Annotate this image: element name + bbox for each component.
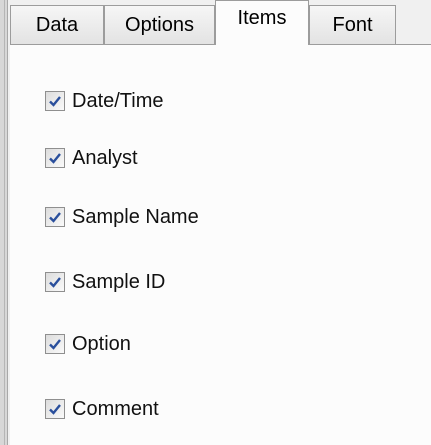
left-window-edge (0, 0, 8, 445)
item-label-sample-id: Sample ID (72, 270, 166, 293)
checkbox-item-option[interactable]: Option (45, 330, 131, 358)
item-label-comment: Comment (72, 397, 159, 420)
check-icon[interactable] (45, 148, 65, 168)
tab-font-label: Font (332, 13, 373, 36)
check-icon[interactable] (45, 207, 65, 227)
tab-data-label: Data (35, 13, 79, 36)
checkbox-item-analyst[interactable]: Analyst (45, 144, 138, 172)
tab-strip: Data Options Items Font (10, 0, 431, 45)
check-icon[interactable] (45, 334, 65, 354)
checkbox-item-date-time[interactable]: Date/Time (45, 87, 164, 115)
tab-options-label: Options (125, 13, 194, 36)
checkbox-item-comment[interactable]: Comment (45, 395, 159, 423)
check-icon[interactable] (45, 91, 65, 111)
items-dialog: Data Options Items Font Date/Time Analys… (0, 0, 431, 445)
checkbox-item-sample-name[interactable]: Sample Name (45, 203, 199, 231)
tab-font[interactable]: Font (309, 5, 396, 44)
checkbox-item-sample-id[interactable]: Sample ID (45, 268, 165, 296)
item-label-analyst: Analyst (72, 146, 138, 169)
tab-items[interactable]: Items (215, 0, 309, 45)
tab-data[interactable]: Data (10, 5, 104, 44)
item-label-sample-name: Sample Name (72, 205, 199, 228)
tab-options[interactable]: Options (104, 5, 215, 44)
item-label-option: Option (72, 332, 131, 355)
check-icon[interactable] (45, 272, 65, 292)
check-icon[interactable] (45, 399, 65, 419)
tab-items-label: Items (237, 7, 287, 29)
items-panel: Date/Time Analyst Sample Name Sample ID … (10, 44, 431, 445)
item-label-date-time: Date/Time (72, 89, 164, 112)
